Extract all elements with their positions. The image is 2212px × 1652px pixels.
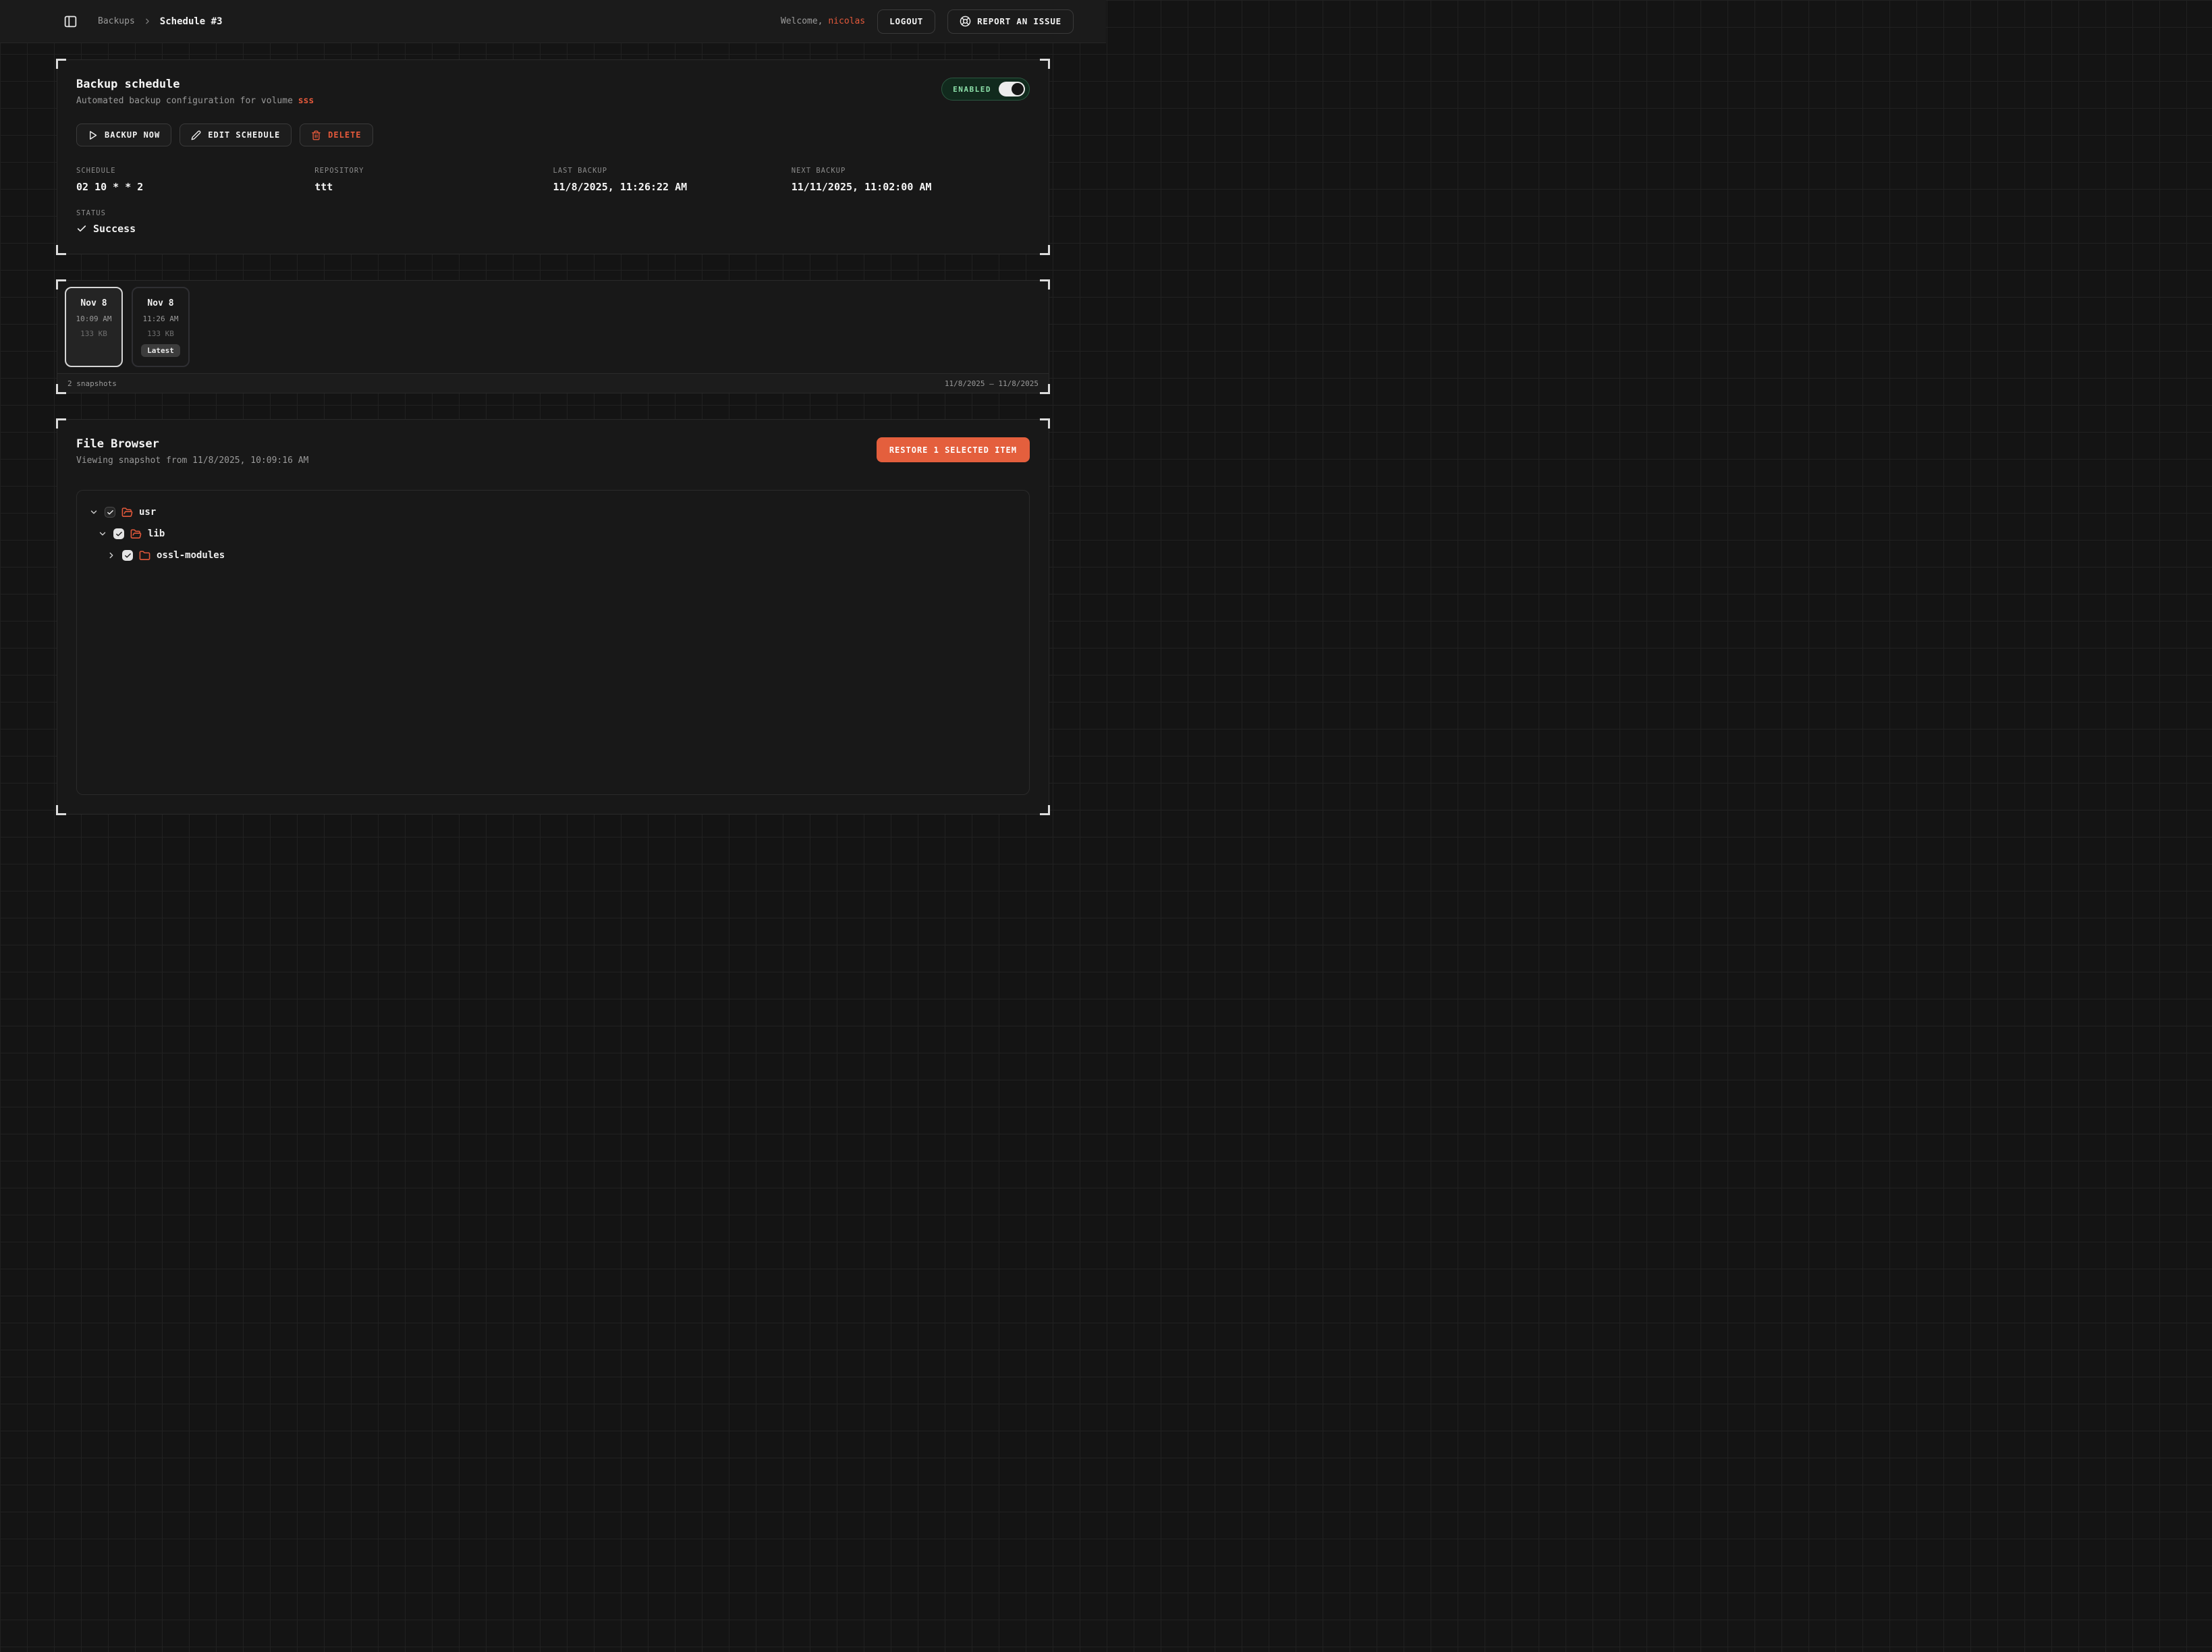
trash-icon — [311, 130, 321, 140]
snapshots-timeline-card: Nov 8 10:09 AM 133 KB Nov 8 11:26 AM 133… — [57, 280, 1049, 393]
file-browser-card: File Browser Viewing snapshot from 11/8/… — [57, 419, 1049, 815]
subtitle-prefix: Automated backup configuration for volum… — [76, 96, 293, 106]
tree-row-lib[interactable]: lib — [89, 523, 1017, 545]
pencil-icon — [191, 130, 201, 140]
report-issue-label: REPORT AN ISSUE — [977, 16, 1061, 26]
schedule-card-subtitle: Automated backup configuration for volum… — [76, 96, 314, 106]
top-bar: Backups Schedule #3 Welcome, nicolas LOG… — [0, 0, 1106, 43]
chevron-right-icon — [143, 17, 152, 26]
corner-bracket-decoration — [1040, 418, 1050, 429]
snapshot-tile[interactable]: Nov 8 11:26 AM 133 KB Latest — [132, 287, 190, 367]
status-value: Success — [93, 223, 136, 235]
field-value-schedule: 02 10 * * 2 — [76, 181, 314, 193]
restore-label: RESTORE 1 SELECTED ITEM — [889, 445, 1017, 455]
field-label-status: STATUS — [76, 209, 1030, 217]
tree-row-ossl-modules[interactable]: ossl-modules — [89, 545, 1017, 566]
edit-schedule-button[interactable]: EDIT SCHEDULE — [179, 123, 292, 146]
snapshot-time: 10:09 AM — [66, 314, 121, 323]
report-issue-button[interactable]: REPORT AN ISSUE — [947, 9, 1074, 34]
sidebar-toggle-button[interactable] — [63, 14, 78, 28]
node-name-usr: usr — [139, 507, 156, 518]
field-value-next-backup: 11/11/2025, 11:02:00 AM — [792, 181, 1030, 193]
field-label-next-backup: NEXT BACKUP — [792, 167, 1030, 175]
corner-bracket-decoration — [1040, 805, 1050, 815]
field-label-schedule: SCHEDULE — [76, 167, 314, 175]
corner-bracket-decoration — [1040, 59, 1050, 69]
chevron-right-icon[interactable] — [107, 551, 116, 560]
breadcrumb-backups-link[interactable]: Backups — [98, 16, 135, 26]
repository-field: REPOSITORY ttt — [314, 167, 553, 193]
backup-now-button[interactable]: BACKUP NOW — [76, 123, 171, 146]
node-name-lib: lib — [148, 528, 165, 539]
breadcrumb-current-page: Schedule #3 — [160, 16, 223, 27]
snapshot-size: 133 KB — [66, 329, 121, 338]
file-tree: usr lib — [76, 490, 1030, 795]
enabled-toggle[interactable]: ENABLED — [941, 78, 1030, 101]
play-icon — [88, 130, 98, 140]
snapshot-date: Nov 8 — [66, 298, 121, 308]
latest-badge: Latest — [141, 344, 180, 357]
logout-button[interactable]: LOGOUT — [877, 9, 935, 34]
toggle-knob — [1012, 83, 1024, 95]
snapshot-date: Nov 8 — [133, 298, 188, 308]
corner-bracket-decoration — [56, 59, 66, 69]
delete-button[interactable]: DELETE — [300, 123, 372, 146]
folder-open-icon — [121, 507, 133, 518]
snapshot-size: 133 KB — [133, 329, 188, 338]
chevron-down-icon[interactable] — [89, 507, 99, 517]
enabled-label: ENABLED — [953, 85, 991, 94]
breadcrumb: Backups Schedule #3 — [98, 16, 223, 27]
folder-open-icon — [130, 528, 142, 540]
schedule-field: SCHEDULE 02 10 * * 2 — [76, 167, 314, 193]
snapshot-count: 2 snapshots — [67, 379, 117, 388]
checkbox-usr[interactable] — [105, 507, 115, 518]
logout-label: LOGOUT — [889, 16, 923, 26]
node-name-ossl-modules: ossl-modules — [157, 550, 225, 561]
folder-icon — [139, 550, 150, 561]
volume-name: sss — [298, 96, 314, 106]
toggle-switch[interactable] — [999, 82, 1025, 97]
snapshot-tile-selected[interactable]: Nov 8 10:09 AM 133 KB — [65, 287, 123, 367]
check-icon — [76, 223, 87, 234]
snapshots-footer: 2 snapshots 11/8/2025 – 11/8/2025 — [57, 373, 1049, 393]
corner-bracket-decoration — [56, 805, 66, 815]
restore-selected-button[interactable]: RESTORE 1 SELECTED ITEM — [877, 437, 1030, 462]
tree-row-usr[interactable]: usr — [89, 501, 1017, 523]
file-browser-subtitle: Viewing snapshot from 11/8/2025, 10:09:1… — [76, 456, 308, 466]
schedule-card-title: Backup schedule — [76, 78, 314, 91]
corner-bracket-decoration — [1040, 245, 1050, 255]
welcome-prefix: Welcome, — [781, 16, 823, 26]
chevron-down-icon[interactable] — [98, 529, 107, 539]
status-field: STATUS Success — [76, 209, 1030, 235]
welcome-text: Welcome, nicolas — [781, 16, 865, 26]
username-text: nicolas — [828, 16, 865, 26]
backup-now-label: BACKUP NOW — [105, 130, 160, 140]
field-value-last-backup: 11/8/2025, 11:26:22 AM — [553, 181, 792, 193]
last-backup-field: LAST BACKUP 11/8/2025, 11:26:22 AM — [553, 167, 792, 193]
field-value-repository: ttt — [314, 181, 553, 193]
corner-bracket-decoration — [56, 418, 66, 429]
snapshot-time: 11:26 AM — [133, 314, 188, 323]
edit-schedule-label: EDIT SCHEDULE — [208, 130, 280, 140]
backup-schedule-card: Backup schedule Automated backup configu… — [57, 59, 1049, 254]
lifebuoy-icon — [960, 16, 971, 27]
delete-label: DELETE — [328, 130, 361, 140]
file-browser-title: File Browser — [76, 437, 308, 451]
field-label-last-backup: LAST BACKUP — [553, 167, 792, 175]
field-label-repository: REPOSITORY — [314, 167, 553, 175]
checkbox-ossl-modules[interactable] — [122, 550, 133, 561]
checkbox-lib[interactable] — [113, 528, 124, 539]
snapshot-date-range: 11/8/2025 – 11/8/2025 — [945, 379, 1039, 388]
corner-bracket-decoration — [56, 245, 66, 255]
panel-left-icon — [63, 14, 78, 28]
next-backup-field: NEXT BACKUP 11/11/2025, 11:02:00 AM — [792, 167, 1030, 193]
